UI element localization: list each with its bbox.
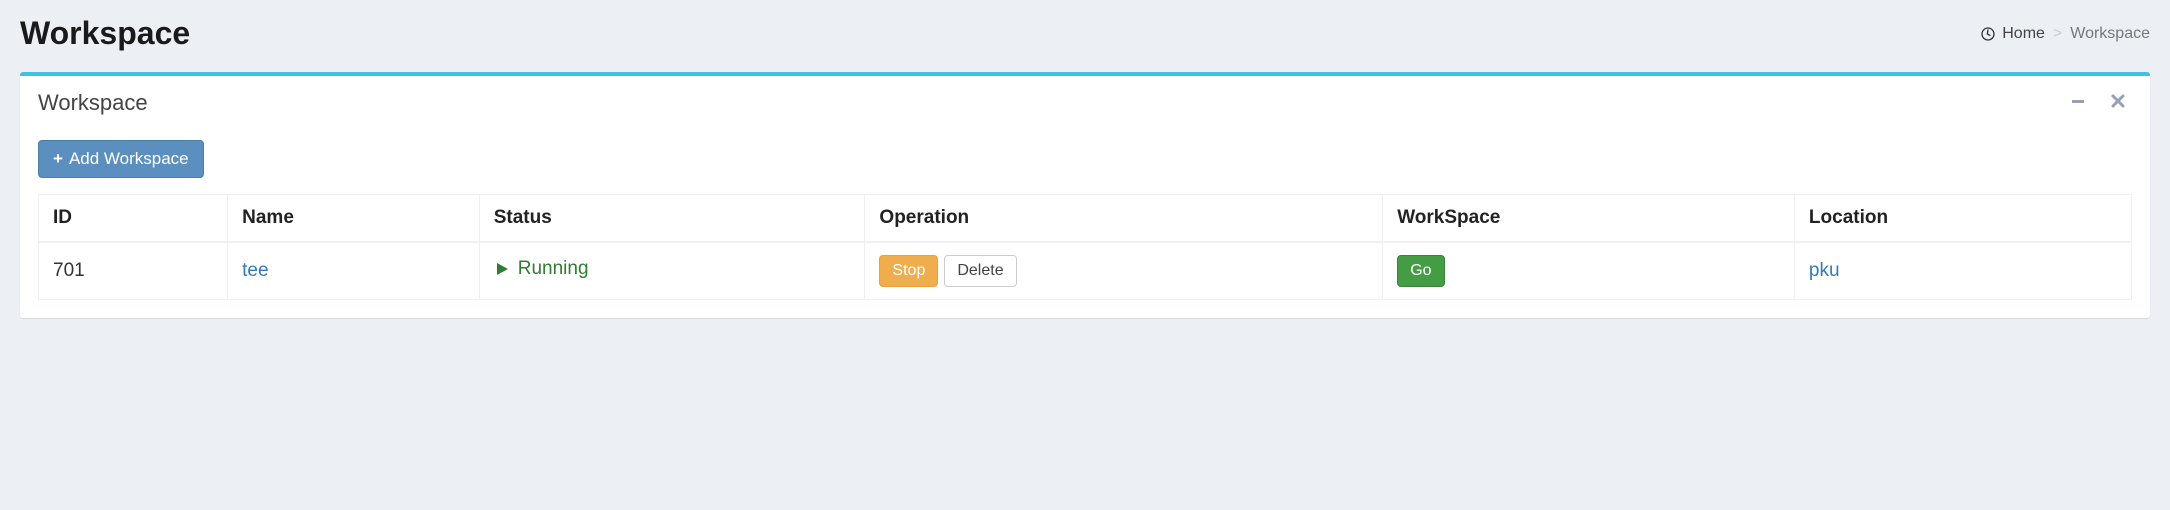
close-button[interactable] [2104, 91, 2132, 116]
col-header-status: Status [479, 195, 865, 243]
table-row: 701 tee Running Sto [39, 242, 2132, 299]
col-header-location: Location [1794, 195, 2131, 243]
col-header-operation: Operation [865, 195, 1383, 243]
breadcrumb-current: Workspace [2070, 25, 2150, 43]
close-icon [2110, 93, 2126, 114]
box-title: Workspace [38, 90, 148, 116]
breadcrumb-home[interactable]: Home [2002, 25, 2045, 43]
workspace-table: ID Name Status Operation WorkSpace Locat… [38, 194, 2132, 299]
add-workspace-label: Add Workspace [69, 149, 189, 169]
go-button[interactable]: Go [1397, 255, 1444, 286]
status-text: Running [518, 258, 589, 280]
workspace-panel: Workspace + Add Workspace ID Name [20, 72, 2150, 318]
col-header-workspace: WorkSpace [1383, 195, 1795, 243]
plus-icon: + [53, 149, 63, 169]
cell-id: 701 [39, 242, 228, 299]
breadcrumb-separator: > [2053, 25, 2062, 43]
location-link[interactable]: pku [1809, 260, 1840, 281]
col-header-name: Name [228, 195, 480, 243]
minus-icon [2070, 93, 2086, 114]
breadcrumb: Home > Workspace [1980, 25, 2150, 43]
col-header-id: ID [39, 195, 228, 243]
collapse-button[interactable] [2064, 91, 2092, 116]
add-workspace-button[interactable]: + Add Workspace [38, 140, 204, 178]
status-badge: Running [494, 258, 589, 280]
stop-button[interactable]: Stop [879, 255, 938, 286]
page-title: Workspace [20, 15, 190, 52]
delete-button[interactable]: Delete [944, 255, 1016, 286]
play-icon [494, 261, 510, 277]
workspace-name-link[interactable]: tee [242, 260, 268, 281]
dashboard-icon [1980, 26, 1996, 42]
